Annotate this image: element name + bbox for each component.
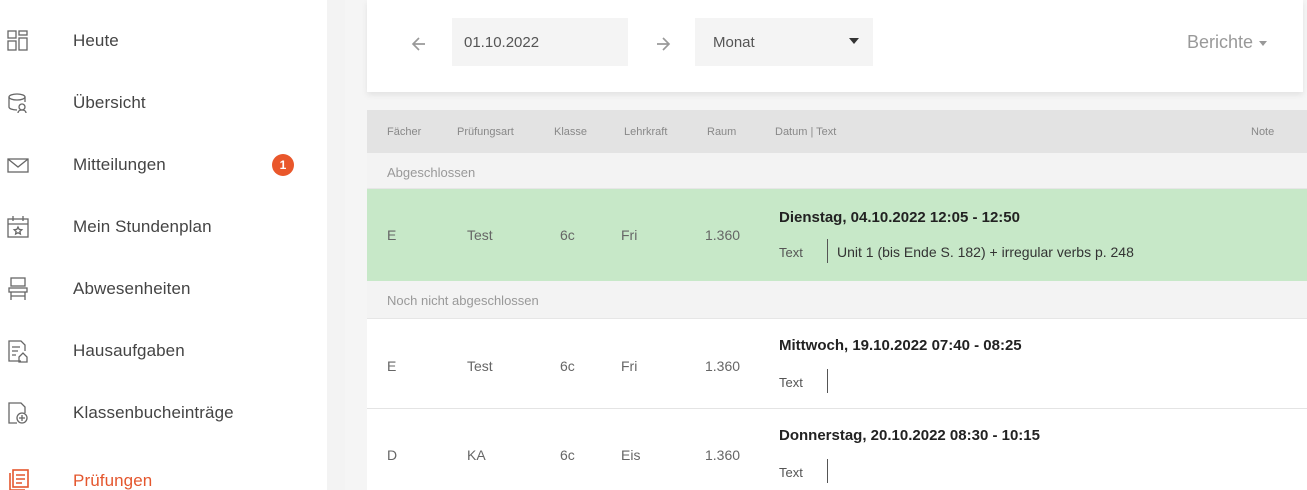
group-header-completed: Abgeschlossen xyxy=(367,153,1307,189)
sidebar-divider xyxy=(327,0,345,490)
sidebar-item-label: Abwesenheiten xyxy=(73,279,191,298)
exams-table: Fächer Prüfungsart Klasse Lehrkraft Raum… xyxy=(367,110,1307,490)
header-grade: Note xyxy=(1251,126,1275,138)
unread-badge: 1 xyxy=(272,154,294,176)
header-class: Klasse xyxy=(554,126,588,138)
exams-icon xyxy=(7,469,29,490)
sidebar-item-abwesenheiten[interactable]: Abwesenheiten xyxy=(0,258,327,320)
sidebar-item-label: Mein Stundenplan xyxy=(73,217,212,236)
sidebar-item-stundenplan[interactable]: Mein Stundenplan xyxy=(0,196,327,258)
cell-datetime: Mittwoch, 19.10.2022 07:40 - 08:25 xyxy=(779,337,1022,354)
classbook-icon xyxy=(7,401,29,425)
cell-subject: D xyxy=(387,447,398,463)
cell-teacher: Eis xyxy=(621,447,641,463)
sidebar-item-klassenbuch[interactable]: Klassenbucheinträge xyxy=(0,382,327,444)
overview-icon xyxy=(7,91,29,115)
cell-exam-type: Test xyxy=(467,358,493,374)
group-label: Noch nicht abgeschlossen xyxy=(387,293,539,308)
cell-room: 1.360 xyxy=(705,358,741,374)
group-header-pending: Noch nicht abgeschlossen xyxy=(367,281,1307,319)
text-separator xyxy=(827,459,828,483)
sidebar-item-uebersicht[interactable]: Übersicht xyxy=(0,72,327,134)
sidebar-item-label: Hausaufgaben xyxy=(73,341,185,360)
sidebar-item-label: Klassenbucheinträge xyxy=(73,403,234,422)
header-exam-type: Prüfungsart xyxy=(457,126,514,138)
header-date-text: Datum | Text xyxy=(775,126,837,138)
date-toolbar: Monat Berichte xyxy=(367,0,1303,92)
calendar-icon xyxy=(7,215,29,239)
table-row[interactable]: E Test 6c Fri 1.360 Mittwoch, 19.10.2022… xyxy=(367,319,1307,409)
cell-teacher: Fri xyxy=(621,358,638,374)
cell-exam-type: Test xyxy=(467,227,493,243)
header-room: Raum xyxy=(707,126,737,138)
cell-teacher: Fri xyxy=(621,227,638,243)
cell-datetime: Dienstag, 04.10.2022 12:05 - 12:50 xyxy=(779,209,1020,226)
cell-class: 6c xyxy=(560,227,575,243)
sidebar-item-pruefungen[interactable]: Prüfungen xyxy=(0,450,327,490)
text-separator xyxy=(827,369,828,393)
header-subject: Fächer xyxy=(387,126,422,138)
cell-datetime: Donnerstag, 20.10.2022 08:30 - 10:15 xyxy=(779,427,1040,444)
cell-exam-type: KA xyxy=(467,447,486,463)
homework-icon xyxy=(7,339,29,363)
mail-icon xyxy=(7,153,29,177)
sidebar-item-label: Übersicht xyxy=(73,93,146,112)
cell-room: 1.360 xyxy=(705,447,741,463)
text-separator xyxy=(827,239,828,263)
cell-text: Unit 1 (bis Ende S. 182) + irregular ver… xyxy=(837,244,1134,260)
group-label: Abgeschlossen xyxy=(387,165,476,180)
header-teacher: Lehrkraft xyxy=(624,126,668,138)
chevron-down-icon xyxy=(1259,40,1267,46)
reports-label: Berichte xyxy=(1186,32,1253,52)
cell-room: 1.360 xyxy=(705,227,741,243)
period-select[interactable]: Monat xyxy=(695,18,873,66)
cell-subject: E xyxy=(387,227,397,243)
table-header: Fächer Prüfungsart Klasse Lehrkraft Raum… xyxy=(367,110,1307,153)
sidebar-item-label: Prüfungen xyxy=(73,471,153,490)
cell-subject: E xyxy=(387,358,397,374)
table-row[interactable]: D KA 6c Eis 1.360 Donnerstag, 20.10.2022… xyxy=(367,409,1307,490)
chair-icon xyxy=(7,277,29,301)
date-input[interactable] xyxy=(452,18,628,66)
sidebar-item-mitteilungen[interactable]: Mitteilungen 1 xyxy=(0,134,327,196)
reports-dropdown[interactable]: Berichte xyxy=(1187,32,1267,53)
main-content: Monat Berichte Fächer Prüfungsart Klasse… xyxy=(345,0,1307,490)
cell-text-label: Text xyxy=(779,375,803,390)
chevron-down-icon xyxy=(849,38,859,44)
sidebar: Heute Übersicht Mitteilungen 1 Mein Stun… xyxy=(0,0,327,490)
sidebar-item-heute[interactable]: Heute xyxy=(0,10,327,72)
sidebar-item-label: Heute xyxy=(73,31,119,50)
dashboard-grid-icon xyxy=(7,29,29,53)
arrow-left-icon[interactable] xyxy=(407,32,431,56)
sidebar-item-hausaufgaben[interactable]: Hausaufgaben xyxy=(0,320,327,382)
arrow-right-icon[interactable] xyxy=(651,32,675,56)
cell-text-label: Text xyxy=(779,465,803,480)
cell-text-label: Text xyxy=(779,245,803,260)
period-select-value: Monat xyxy=(713,33,755,51)
sidebar-item-label: Mitteilungen xyxy=(73,155,166,174)
cell-class: 6c xyxy=(560,358,575,374)
cell-class: 6c xyxy=(560,447,575,463)
table-row[interactable]: E Test 6c Fri 1.360 Dienstag, 04.10.2022… xyxy=(367,189,1307,281)
